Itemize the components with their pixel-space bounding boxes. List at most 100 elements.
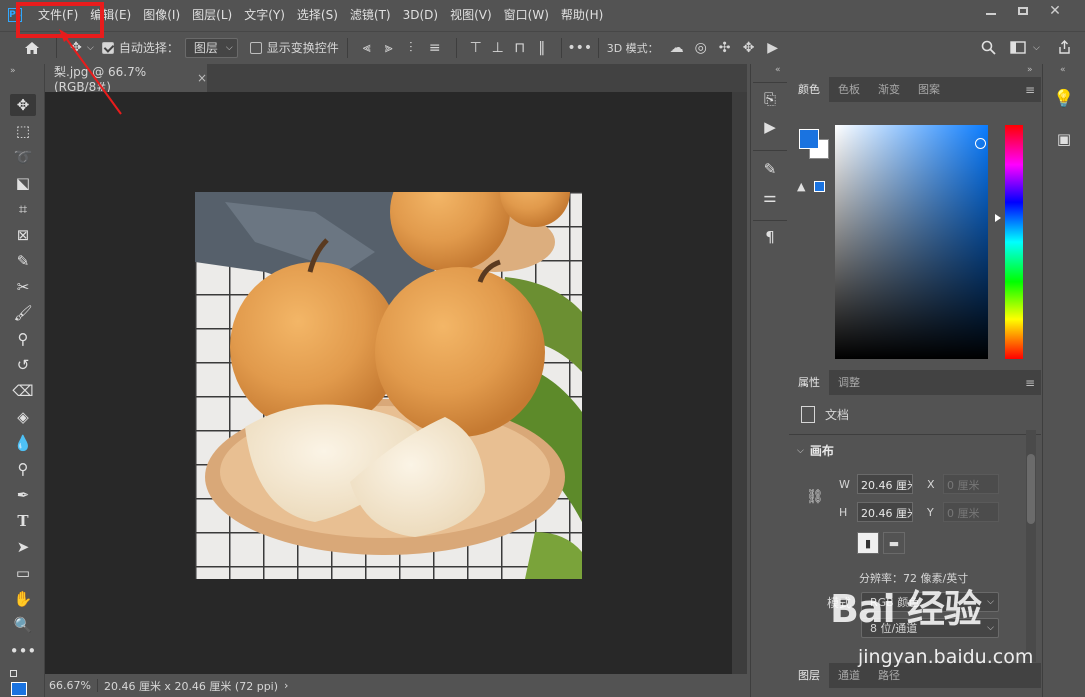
tab-patterns[interactable]: 图案 [909,77,949,102]
healing-brush-tool-icon[interactable]: ✂ [10,276,36,298]
align-top-icon[interactable]: ⊤ [465,40,487,56]
hue-slider[interactable] [1005,125,1023,359]
default-colors-icon[interactable] [10,670,17,677]
home-icon[interactable] [22,41,42,55]
panel-menu-icon[interactable]: ≡ [1025,376,1035,390]
tab-layers[interactable]: 图层 [789,663,829,688]
paragraph-icon[interactable]: ¶ [759,226,781,248]
align-right-icon[interactable]: ⫶ [400,40,422,56]
lightbulb-icon[interactable]: 💡 [1053,88,1075,110]
orbit-3d-icon[interactable]: ☁ [665,40,689,56]
brush-tool-icon[interactable]: 🖌 [10,302,36,324]
search-icon[interactable] [978,40,998,55]
tab-color[interactable]: 颜色 [789,77,829,102]
chevron-down-icon[interactable]: ⌵ [1033,43,1040,53]
object-selection-tool-icon[interactable]: ⬕ [10,172,36,194]
rectangle-tool-icon[interactable]: ▭ [10,562,36,584]
distribute-icon[interactable]: ≡ [422,40,448,56]
collapse-icon[interactable]: » [10,66,16,76]
paint-bucket-tool-icon[interactable]: ◈ [10,406,36,428]
panel-menu-icon[interactable]: ≡ [1025,83,1035,97]
blur-tool-icon[interactable]: 💧 [10,432,36,454]
libraries-icon[interactable]: ▣ [1053,128,1075,150]
brushes-icon[interactable]: ✎ [759,158,781,180]
zoom-level[interactable]: 66.67% [49,679,98,692]
close-icon[interactable]: × [197,71,207,85]
color-picker-cursor[interactable] [975,138,986,149]
distribute-vertical-icon[interactable]: ‖ [531,40,553,56]
close-button[interactable]: ✕ [1039,2,1071,20]
width-field[interactable]: 20.46 厘米 [857,474,913,494]
chevron-right-icon[interactable]: › [284,679,288,692]
toolbar-foreground-swatch[interactable] [11,682,27,696]
crop-tool-icon[interactable]: ⌗ [10,198,36,220]
more-tools-icon[interactable]: ••• [10,640,37,662]
collapse-icon[interactable]: « [1060,65,1066,75]
history-icon[interactable]: ⎘ [759,88,781,110]
x-field[interactable]: 0 厘米 [943,474,999,494]
tab-properties[interactable]: 属性 [789,370,829,395]
align-center-icon[interactable]: ⫸ [378,40,400,56]
type-tool-icon[interactable]: T [10,510,36,532]
pen-tool-icon[interactable]: ✒ [10,484,36,506]
foreground-color-swatch[interactable] [799,129,819,149]
camera-3d-icon[interactable]: ▶ [761,40,785,56]
canvas-scrollbar[interactable] [732,92,747,674]
menu-select[interactable]: 选择(S) [291,0,344,30]
document-image[interactable] [195,192,582,579]
roll-3d-icon[interactable]: ◎ [689,40,713,56]
y-field[interactable]: 0 厘米 [943,502,999,522]
menu-help[interactable]: 帮助(H) [555,0,609,30]
more-options-icon[interactable]: ••• [567,40,592,56]
link-dimensions-icon[interactable]: ⛓ [806,489,824,505]
eyedropper-tool-icon[interactable]: ✎ [10,250,36,272]
tab-gradients[interactable]: 渐变 [869,77,909,102]
workspace-icon[interactable] [1008,41,1028,54]
height-field[interactable]: 20.46 厘米 [857,502,913,522]
portrait-orientation-button[interactable]: ▮ [857,532,879,554]
menu-window[interactable]: 窗口(W) [498,0,555,30]
path-selection-tool-icon[interactable]: ➤ [10,536,36,558]
landscape-orientation-button[interactable]: ▬ [883,532,905,554]
color-swatches[interactable] [10,668,36,696]
hand-tool-icon[interactable]: ✋ [10,588,36,610]
dodge-tool-icon[interactable]: ⚲ [10,458,36,480]
move-tool-icon[interactable]: ✥ [10,94,36,116]
canvas-section-header[interactable]: ⌵ 画布 [797,442,834,459]
gamut-warning-swatch[interactable] [814,181,825,192]
frame-tool-icon[interactable]: ⊠ [10,224,36,246]
minimize-button[interactable] [975,2,1007,20]
history-brush-tool-icon[interactable]: ↺ [10,354,36,376]
collapse-icon[interactable]: « [775,65,781,75]
align-bottom-icon[interactable]: ⊓ [509,40,531,56]
warning-icon[interactable]: ▲ [797,180,805,193]
align-middle-icon[interactable]: ⊥ [487,40,509,56]
slide-3d-icon[interactable]: ✥ [737,40,761,56]
adjustments-sliders-icon[interactable]: ⚌ [759,186,781,208]
align-left-icon[interactable]: ⫷ [356,40,378,56]
lasso-tool-icon[interactable]: ➰ [10,146,36,168]
zoom-tool-icon[interactable]: 🔍 [10,614,36,636]
drag-3d-icon[interactable]: ✣ [713,40,737,56]
maximize-button[interactable] [1007,2,1039,20]
tab-swatches[interactable]: 色板 [829,77,869,102]
eraser-tool-icon[interactable]: ⌫ [10,380,36,402]
menu-type[interactable]: 文字(Y) [238,0,291,30]
menu-layer[interactable]: 图层(L) [186,0,238,30]
share-icon[interactable] [1054,40,1074,55]
marquee-tool-icon[interactable]: ⬚ [10,120,36,142]
menu-filter[interactable]: 滤镜(T) [344,0,397,30]
canvas-area[interactable] [45,92,732,674]
actions-play-icon[interactable]: ▶ [759,116,781,138]
menu-3d[interactable]: 3D(D) [397,0,444,30]
auto-select-target-dropdown[interactable]: 图层 ⌵ [184,37,238,58]
menu-image[interactable]: 图像(I) [137,0,186,30]
scrollbar-thumb[interactable] [1027,454,1035,524]
hue-slider-handle[interactable] [995,214,1001,222]
show-transform-checkbox[interactable] [249,41,262,54]
clone-stamp-tool-icon[interactable]: ⚲ [10,328,36,350]
tab-adjustments[interactable]: 调整 [829,370,869,395]
collapse-icon[interactable]: » [1027,65,1033,75]
saturation-brightness-field[interactable] [835,125,988,359]
menu-view[interactable]: 视图(V) [444,0,498,30]
